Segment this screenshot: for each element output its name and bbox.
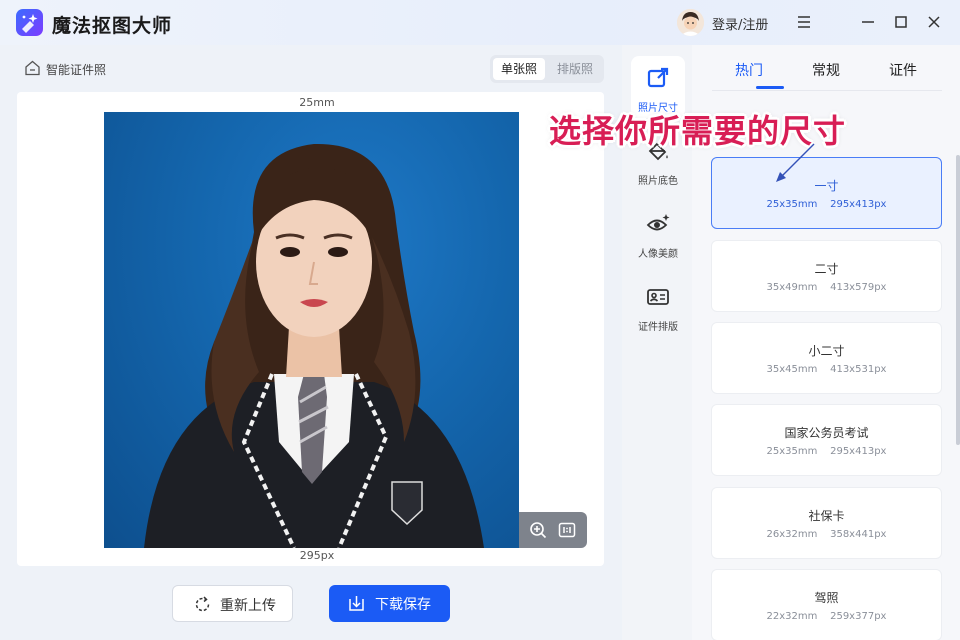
size-card-2[interactable]: 二寸 35x49mm 413x579px [711,240,942,312]
tool-id-layout[interactable]: 证件排版 [631,275,685,337]
size-card-6[interactable]: 驾照 22x32mm 259x377px [711,569,942,640]
refresh-icon [195,596,210,612]
pointer-arrow-icon [776,143,815,182]
size-card-4[interactable]: 国家公务员考试 25x35mm 295x413px [711,404,942,476]
size-name: 社保卡 [808,509,845,523]
close-icon[interactable] [923,11,945,33]
user-avatar[interactable] [677,9,704,36]
id-photo [104,112,519,548]
tab-certificate[interactable]: 证件 [889,60,917,80]
width-px-label: 295px [299,549,335,562]
size-name: 二寸 [814,262,839,276]
size-spec: 26x32mm 358x441px [766,529,887,540]
maximize-icon[interactable] [890,11,912,33]
crop-icon [647,67,669,88]
size-spec: 25x35mm 295x413px [766,199,887,210]
size-card-1[interactable]: 一寸 25x35mm 295x413px [711,157,942,229]
tab-underline [756,86,784,89]
view-mode-single[interactable]: 单张照 [493,58,545,80]
tab-regular[interactable]: 常规 [812,60,840,80]
zoom-in-icon[interactable] [529,521,547,539]
tool-portrait-beauty[interactable]: 人像美颜 [631,202,685,264]
app-logo-icon [16,9,43,36]
home-icon[interactable] [24,60,41,76]
zoom-toolbar [519,512,587,548]
reupload-button[interactable]: 重新上传 [172,585,293,622]
view-mode-toggle: 单张照 排版照 [490,55,604,83]
size-tabs: 热门 常规 证件 [712,45,942,91]
minimize-icon[interactable] [857,11,879,33]
size-spec: 22x32mm 259x377px [766,611,887,622]
size-name: 驾照 [814,591,839,605]
actual-size-icon[interactable] [558,521,576,539]
size-spec: 35x49mm 413x579px [766,282,887,293]
tool-label: 人像美颜 [638,249,678,260]
size-spec: 25x35mm 295x413px [766,446,887,457]
download-icon [349,596,364,611]
view-mode-layout[interactable]: 排版照 [549,58,601,80]
size-name: 国家公务员考试 [784,426,869,440]
size-name: 小二寸 [808,344,845,358]
login-link[interactable]: 登录/注册 [712,14,768,33]
size-card-3[interactable]: 小二寸 35x45mm 413x531px [711,322,942,394]
width-mm-label: 25mm [299,96,335,109]
photo-canvas: 25mm 295px [17,92,604,566]
app-title: 魔法抠图大师 [52,15,173,37]
panel-scrollbar[interactable] [956,155,960,445]
download-button[interactable]: 下载保存 [329,585,450,622]
size-card-5[interactable]: 社保卡 26x32mm 358x441px [711,487,942,559]
download-label: 下载保存 [375,597,431,613]
size-spec: 35x45mm 413x531px [766,364,887,375]
tool-label: 照片底色 [638,176,678,187]
title-bar: 魔法抠图大师 登录/注册 [0,0,960,45]
size-name: 一寸 [814,179,839,193]
menu-icon[interactable] [793,11,815,33]
tool-label: 证件排版 [638,322,678,333]
id-card-icon [647,289,669,305]
tab-popular[interactable]: 热门 [735,60,763,80]
breadcrumb-label: 智能证件照 [46,63,107,77]
eye-sparkle-icon [646,214,670,231]
reupload-label: 重新上传 [220,598,276,614]
